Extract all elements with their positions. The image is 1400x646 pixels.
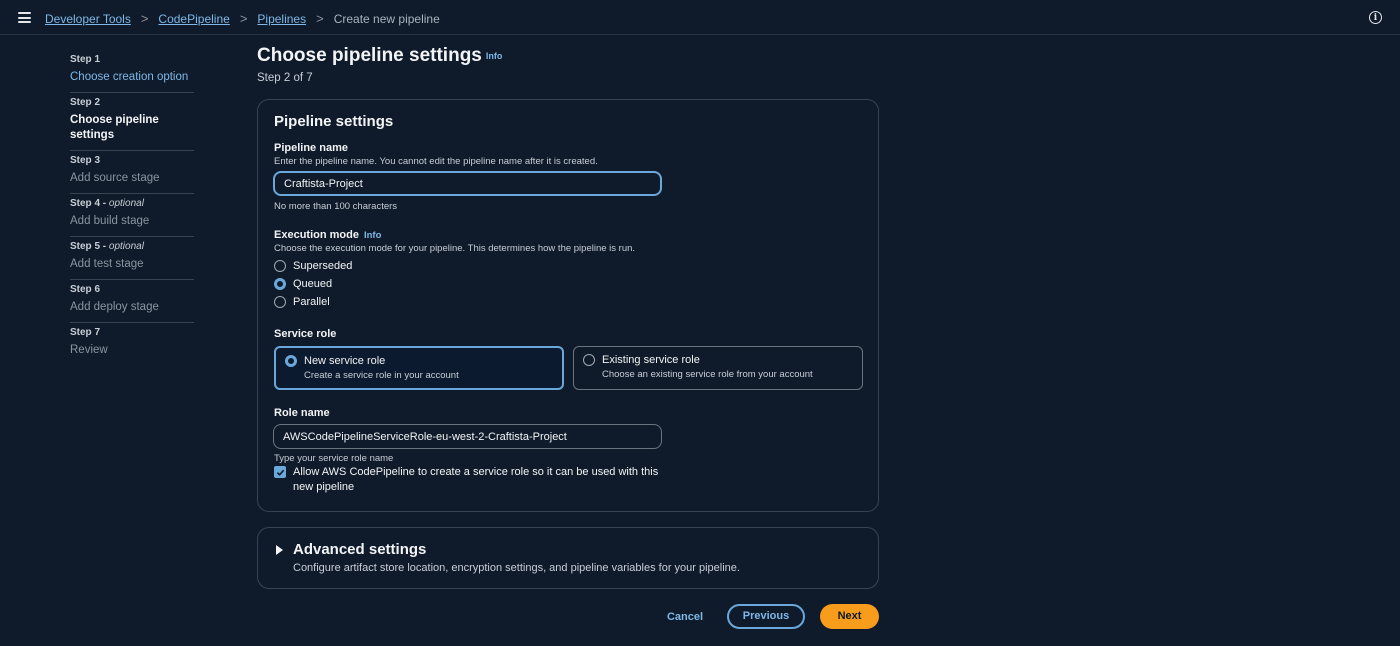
radio-button[interactable]	[274, 278, 286, 290]
wizard-step-5: Step 5 - optional Add test stage	[70, 237, 194, 280]
info-link[interactable]: Info	[364, 230, 381, 241]
breadcrumb-pipelines[interactable]: Pipelines	[257, 12, 306, 26]
cancel-button[interactable]: Cancel	[660, 605, 710, 629]
wizard-step-7: Step 7 Review	[70, 323, 194, 365]
tile-existing-service-role[interactable]: Existing service role Choose an existing…	[573, 346, 863, 390]
step-number: Step 7	[70, 327, 101, 338]
breadcrumb-codepipeline[interactable]: CodePipeline	[158, 12, 229, 26]
execution-mode-label-text: Execution mode	[274, 229, 359, 241]
tile-title: Existing service role	[602, 354, 700, 366]
execution-mode-label: Execution mode Info	[274, 229, 381, 241]
advanced-settings-toggle[interactable]: Advanced settings	[293, 541, 426, 558]
allow-service-role-checkbox-row[interactable]: Allow AWS CodePipeline to create a servi…	[274, 465, 673, 495]
pipeline-settings-card: Pipeline settings Pipeline name Enter th…	[257, 99, 879, 512]
radio-label: Queued	[293, 278, 333, 290]
tile-new-service-role[interactable]: New service role Create a service role i…	[274, 346, 564, 390]
page-title: Choose pipeline settings Info	[257, 45, 502, 67]
step-number: Step 6	[70, 284, 101, 295]
step-number: Step 5 - optional	[70, 241, 144, 252]
radio-button[interactable]	[274, 296, 286, 308]
card-title: Pipeline settings	[274, 113, 394, 130]
step-label: Add source stage	[70, 172, 160, 184]
radio-button[interactable]	[274, 260, 286, 272]
breadcrumb-developer-tools[interactable]: Developer Tools	[45, 12, 131, 26]
step-label: Add build stage	[70, 215, 150, 227]
checkbox-label: Allow AWS CodePipeline to create a servi…	[293, 466, 659, 493]
advanced-settings-card: Advanced settings Configure artifact sto…	[257, 527, 879, 589]
checkmark-icon	[276, 469, 284, 476]
step-number: Step 2	[70, 97, 101, 108]
tile-description: Create a service role in your account	[304, 370, 459, 381]
wizard-step-4: Step 4 - optional Add build stage	[70, 194, 194, 237]
wizard-steps-nav: Step 1 Choose creation option Step 2 Cho…	[70, 50, 194, 365]
pipeline-name-description: Enter the pipeline name. You cannot edit…	[274, 156, 598, 167]
tile-description: Choose an existing service role from you…	[602, 369, 813, 380]
next-button[interactable]: Next	[820, 604, 879, 629]
role-name-label: Role name	[274, 407, 330, 419]
optional-tag: optional	[108, 198, 144, 209]
info-link[interactable]: Info	[486, 51, 503, 61]
pipeline-name-label: Pipeline name	[274, 142, 348, 154]
chevron-right-icon: >	[316, 11, 324, 26]
top-navigation-bar: Developer Tools > CodePipeline > Pipelin…	[0, 0, 1400, 35]
step-label-current: Choose pipeline settings	[70, 114, 159, 141]
radio-superseded[interactable]: Superseded	[274, 260, 352, 272]
step-number: Step 3	[70, 155, 101, 166]
wizard-step-1: Step 1 Choose creation option	[70, 50, 194, 93]
optional-tag: optional	[108, 241, 144, 252]
radio-button[interactable]	[583, 354, 595, 366]
radio-queued[interactable]: Queued	[274, 278, 332, 290]
pipeline-name-constraint: No more than 100 characters	[274, 201, 398, 212]
execution-mode-description: Choose the execution mode for your pipel…	[274, 243, 636, 254]
radio-label: Superseded	[293, 260, 353, 272]
advanced-settings-description: Configure artifact store location, encry…	[293, 562, 740, 574]
previous-button[interactable]: Previous	[727, 604, 805, 629]
tile-title: New service role	[304, 355, 386, 367]
breadcrumb-current: Create new pipeline	[333, 11, 440, 26]
step-label: Add deploy stage	[70, 301, 159, 313]
checkbox-checked[interactable]	[274, 466, 286, 478]
radio-button[interactable]	[285, 355, 297, 367]
wizard-step-2: Step 2 Choose pipeline settings	[70, 93, 194, 151]
info-icon[interactable]: i	[1369, 11, 1382, 24]
step-number: Step 4 - optional	[70, 198, 144, 209]
radio-label: Parallel	[293, 296, 330, 308]
role-name-input[interactable]	[273, 424, 662, 449]
radio-parallel[interactable]: Parallel	[274, 296, 330, 308]
menu-icon[interactable]	[18, 12, 31, 23]
step-link-choose-creation-option[interactable]: Choose creation option	[70, 70, 194, 85]
pipeline-name-input[interactable]	[273, 171, 662, 196]
step-number: Step 1	[70, 54, 101, 65]
step-counter: Step 2 of 7	[257, 72, 313, 84]
chevron-right-icon: >	[140, 11, 149, 26]
step-label: Add test stage	[70, 258, 144, 270]
breadcrumb: Developer Tools > CodePipeline > Pipelin…	[45, 11, 440, 26]
step-label: Review	[70, 344, 108, 356]
wizard-step-3: Step 3 Add source stage	[70, 151, 194, 194]
chevron-right-icon: >	[239, 11, 248, 26]
page-title-text: Choose pipeline settings	[257, 45, 482, 66]
role-name-hint: Type your service role name	[274, 453, 394, 464]
service-role-label: Service role	[274, 328, 337, 340]
wizard-step-6: Step 6 Add deploy stage	[70, 280, 194, 323]
caret-right-icon[interactable]	[276, 545, 283, 555]
